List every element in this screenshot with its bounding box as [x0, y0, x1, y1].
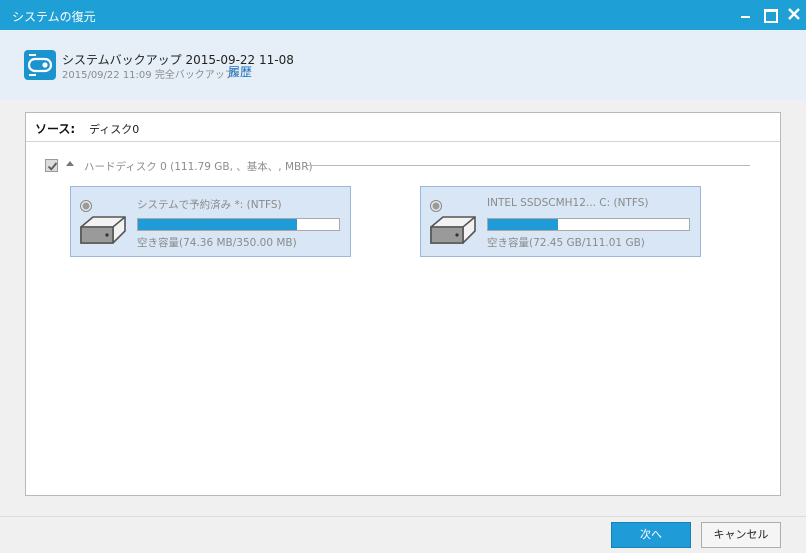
divider: [307, 165, 750, 166]
hard-drive-icon: [77, 213, 129, 250]
source-label: ソース:: [35, 122, 76, 136]
source-value: ディスク0: [89, 123, 140, 136]
free-space-label: 空き容量(74.36 MB/350.00 MB): [137, 237, 297, 249]
history-link[interactable]: 履歴: [228, 63, 252, 80]
partition-name: INTEL SSDSCMH12... C: (NTFS): [487, 197, 649, 209]
source-panel: ソース: ディスク0 ハードディスク 0 (111.79 GB, 、基本、, M…: [25, 112, 781, 496]
usage-bar-fill: [488, 219, 559, 230]
maximize-icon[interactable]: [762, 6, 778, 23]
hard-drive-icon: [427, 213, 479, 250]
source-bar: ソース: ディスク0: [26, 113, 780, 142]
next-button[interactable]: 次へ: [611, 522, 691, 548]
checkbox-check-icon: [47, 162, 58, 171]
disk-label: ハードディスク 0 (111.79 GB, 、基本、, MBR): [84, 161, 313, 173]
close-icon[interactable]: [786, 6, 802, 22]
free-space-label: 空き容量(72.45 GB/111.01 GB): [487, 237, 645, 249]
radio-icon[interactable]: [430, 200, 442, 212]
disk-checkbox[interactable]: [45, 159, 58, 172]
collapse-arrow-icon[interactable]: [66, 161, 74, 166]
cancel-button[interactable]: キャンセル: [701, 522, 781, 548]
backup-subtitle: 2015/09/22 11:09 完全バックアップ: [62, 70, 235, 81]
backup-header: システムバックアップ 2015-09-22 11-08 2015/09/22 1…: [0, 30, 806, 100]
backup-icon: [24, 50, 56, 80]
radio-icon[interactable]: [80, 200, 92, 212]
usage-bar: [487, 218, 690, 231]
partition-name: システムで予約済み *: (NTFS): [137, 199, 282, 211]
window-title: システムの復元: [12, 10, 96, 24]
minimize-icon[interactable]: [738, 6, 754, 22]
usage-bar-fill: [138, 219, 297, 230]
usage-bar: [137, 218, 340, 231]
partition-card-system-reserved[interactable]: システムで予約済み *: (NTFS) 空き容量(74.36 MB/350.00…: [70, 186, 351, 257]
partition-card-c-drive[interactable]: INTEL SSDSCMH12... C: (NTFS) 空き容量(72.45 …: [420, 186, 701, 257]
title-bar: システムの復元: [0, 0, 806, 30]
